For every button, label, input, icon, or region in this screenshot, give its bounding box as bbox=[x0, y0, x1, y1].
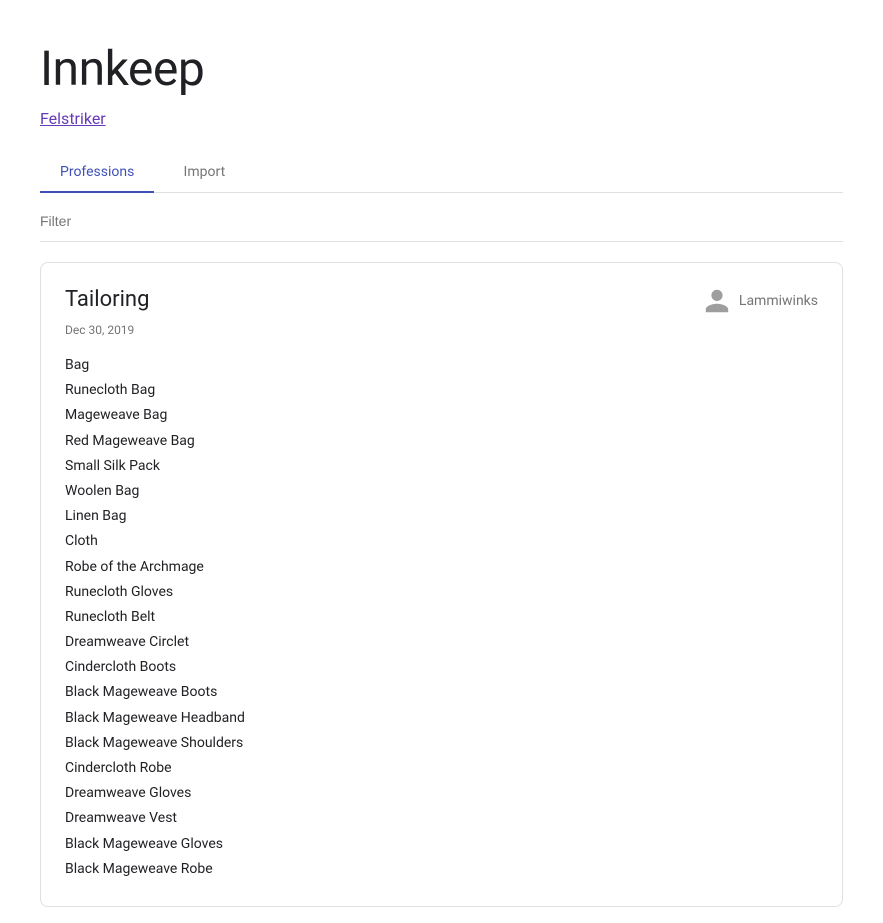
list-item: Mageweave Bag bbox=[65, 403, 818, 428]
list-item: Cloth bbox=[65, 529, 818, 554]
list-item: Red Mageweave Bag bbox=[65, 429, 818, 454]
avatar-icon bbox=[703, 287, 731, 315]
card-title: Tailoring bbox=[65, 287, 149, 312]
list-item: Black Mageweave Robe bbox=[65, 857, 818, 882]
list-item: Runecloth Gloves bbox=[65, 580, 818, 605]
list-item: Robe of the Archmage bbox=[65, 555, 818, 580]
items-list: BagRunecloth BagMageweave BagRed Magewea… bbox=[65, 353, 818, 882]
card-username: Lammiwinks bbox=[739, 293, 818, 309]
list-item: Dreamweave Vest bbox=[65, 806, 818, 831]
list-item: Black Mageweave Headband bbox=[65, 706, 818, 731]
list-item: Black Mageweave Boots bbox=[65, 680, 818, 705]
filter-input[interactable] bbox=[40, 209, 843, 233]
list-item: Runecloth Belt bbox=[65, 605, 818, 630]
list-item: Runecloth Bag bbox=[65, 378, 818, 403]
tabs-nav: Professions Import bbox=[40, 152, 843, 193]
list-item: Cindercloth Boots bbox=[65, 655, 818, 680]
user-info: Lammiwinks bbox=[703, 287, 818, 315]
list-item: Small Silk Pack bbox=[65, 454, 818, 479]
app-title: Innkeep bbox=[40, 40, 843, 97]
list-item: Woolen Bag bbox=[65, 479, 818, 504]
list-item: Dreamweave Circlet bbox=[65, 630, 818, 655]
card-date: Dec 30, 2019 bbox=[65, 323, 818, 337]
list-item: Black Mageweave Gloves bbox=[65, 832, 818, 857]
list-item: Bag bbox=[65, 353, 818, 378]
tailoring-card: Tailoring Lammiwinks Dec 30, 2019 BagRun… bbox=[40, 262, 843, 907]
filter-container bbox=[40, 193, 843, 242]
list-item: Dreamweave Gloves bbox=[65, 781, 818, 806]
tab-professions[interactable]: Professions bbox=[40, 152, 154, 192]
card-header: Tailoring Lammiwinks bbox=[65, 287, 818, 315]
list-item: Cindercloth Robe bbox=[65, 756, 818, 781]
list-item: Black Mageweave Shoulders bbox=[65, 731, 818, 756]
realm-link[interactable]: Felstriker bbox=[40, 109, 106, 128]
list-item: Linen Bag bbox=[65, 504, 818, 529]
tab-import[interactable]: Import bbox=[154, 152, 254, 192]
